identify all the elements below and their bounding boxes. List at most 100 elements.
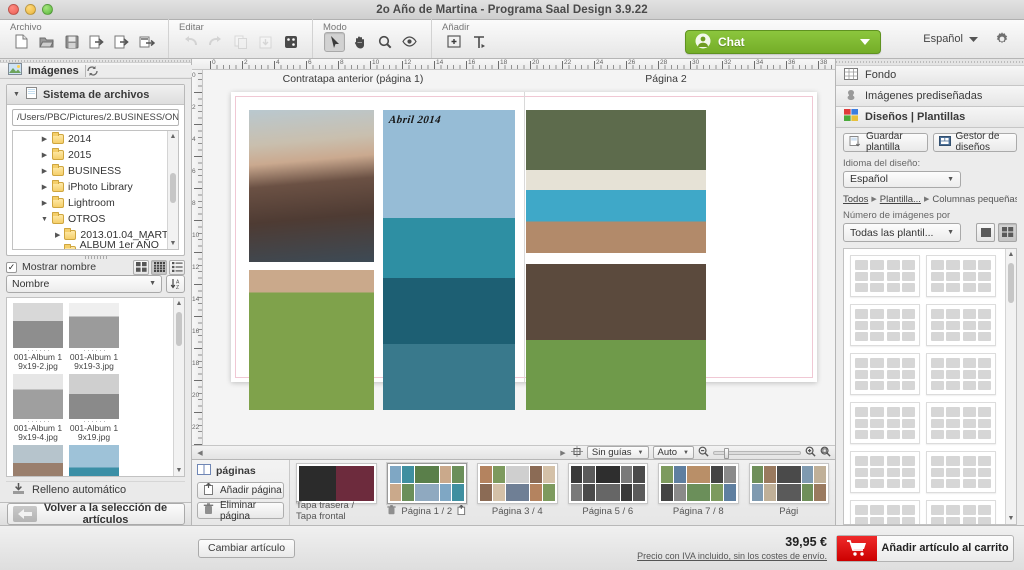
template-item[interactable]: [850, 500, 920, 525]
guides-select[interactable]: Sin guías ▼: [586, 446, 649, 459]
chevron-down-icon[interactable]: ▼: [638, 450, 644, 456]
pages-thumbnail-scroller[interactable]: Tapa trasera / Tapa frontal Página 1 / 2 P…: [290, 460, 835, 525]
fill-icon[interactable]: [280, 32, 301, 52]
paste-icon[interactable]: [255, 32, 276, 52]
export-icon[interactable]: [111, 32, 132, 52]
template-item[interactable]: [850, 304, 920, 347]
chevron-down-icon[interactable]: ▼: [149, 280, 156, 287]
tree-scrollbar[interactable]: ▲ ▼: [167, 131, 178, 250]
breadcrumb-root[interactable]: Todos: [843, 194, 868, 204]
template-item[interactable]: [926, 402, 996, 445]
sort-select[interactable]: Nombre ▼: [6, 274, 162, 293]
chevron-down-icon[interactable]: [969, 33, 978, 45]
scroll-thumb[interactable]: [1008, 263, 1014, 304]
design-manager-button[interactable]: Gestor de diseños: [932, 131, 1017, 153]
page-canvas[interactable]: Contratapa anterior (página 1) Página 2 …: [203, 70, 835, 445]
sort-az-icon[interactable]: AZ: [166, 274, 185, 293]
template-item[interactable]: [926, 451, 996, 494]
tree-item[interactable]: ▶ 2014: [13, 131, 178, 147]
new-document-icon[interactable]: [11, 32, 32, 52]
folder-tree[interactable]: ▶ 2014 ▶ 2015 ▶ BUSINESS ▶ iPhoto Library ▶ Light…: [12, 130, 179, 251]
tree-item[interactable]: ▶ Lightroom: [13, 195, 178, 211]
undo-icon[interactable]: [180, 32, 201, 52]
page-card[interactable]: Página 1 / 2: [386, 463, 467, 518]
page-card[interactable]: Página 3 / 4: [477, 463, 558, 518]
page-card[interactable]: Pági: [748, 463, 829, 518]
image-thumbnail[interactable]: 002-Album 23,5x23,5.jpg: [69, 444, 119, 476]
image-thumbnail[interactable]: 001-Album 23,5x23,5.jpg: [13, 444, 63, 476]
accordion-clipart[interactable]: Imágenes prediseñadas: [836, 86, 1024, 107]
scroll-down-arrow[interactable]: ▼: [1006, 513, 1016, 524]
template-item[interactable]: [850, 255, 920, 298]
image-thumbnail[interactable]: 001-Album 19x19-4.jpg: [13, 373, 63, 443]
chevron-right-icon[interactable]: ▶: [55, 231, 60, 239]
page-thumbnail[interactable]: [748, 463, 829, 504]
right-panel-grip[interactable]: [836, 59, 1024, 66]
hand-icon[interactable]: [349, 32, 370, 52]
chevron-right-icon[interactable]: ▶: [41, 167, 48, 175]
image-thumbnail[interactable]: 001-Album 19x19-2.jpg: [13, 302, 63, 372]
page-spread[interactable]: Abril 2014: [231, 92, 817, 410]
add-to-cart-button[interactable]: Añadir artículo al carrito: [836, 534, 1014, 562]
template-item[interactable]: [850, 451, 920, 494]
zoom-slider[interactable]: [713, 447, 801, 459]
chevron-right-icon[interactable]: ▶: [41, 135, 48, 143]
cursor-icon[interactable]: [324, 31, 345, 52]
add-text-icon[interactable]: [468, 32, 489, 52]
page-card[interactable]: Página 5 / 6: [567, 463, 648, 518]
eye-icon[interactable]: [399, 32, 420, 52]
delete-page-button[interactable]: Eliminar página: [197, 500, 284, 522]
add-image-icon[interactable]: [443, 32, 464, 52]
save-disk-icon[interactable]: [61, 32, 82, 52]
grid-small-icon[interactable]: [151, 259, 167, 275]
photo-frame[interactable]: [249, 110, 374, 262]
save-as-icon[interactable]: [136, 32, 157, 52]
chevron-down-icon[interactable]: ▼: [683, 450, 689, 456]
scroll-up-arrow[interactable]: ▲: [168, 131, 178, 142]
thumbs-scrollbar[interactable]: ▲ ▼: [173, 297, 184, 476]
image-thumbnail[interactable]: 001-Album 19x19-3.jpg: [69, 302, 119, 372]
tree-item[interactable]: ALBUM 1er AÑO MARTINA: [13, 239, 178, 250]
page-thumbnail[interactable]: [567, 463, 648, 504]
template-item[interactable]: [926, 255, 996, 298]
page-card[interactable]: Página 7 / 8: [658, 463, 739, 518]
scroll-left-arrow[interactable]: ◀: [196, 449, 204, 457]
images-per-select[interactable]: Todas las plantil... ▼: [843, 223, 961, 243]
photo-frame[interactable]: [526, 264, 706, 410]
accordion-fondo[interactable]: Fondo: [836, 65, 1024, 87]
price-note[interactable]: Precio con IVA incluido, sin los costes …: [637, 551, 827, 561]
grid-view-icon[interactable]: [998, 223, 1017, 243]
photo-frame[interactable]: [249, 270, 374, 410]
scroll-up-arrow[interactable]: ▲: [1006, 249, 1016, 260]
add-page-icon[interactable]: [457, 503, 466, 518]
page-thumbnail[interactable]: [477, 463, 558, 504]
image-thumbnail-list[interactable]: 001-Album 19x19-2.jpg 001-Album 19x19-3.j…: [6, 296, 185, 477]
accordion-designs[interactable]: Diseños | Plantillas: [836, 106, 1024, 128]
scroll-up-arrow[interactable]: ▲: [174, 298, 184, 309]
tree-item[interactable]: ▶ BUSINESS: [13, 163, 178, 179]
photo-frame-main[interactable]: Abril 2014: [383, 110, 515, 410]
grid-large-icon[interactable]: [133, 259, 149, 275]
list-icon[interactable]: [169, 259, 185, 275]
scroll-down-arrow[interactable]: ▼: [168, 238, 178, 249]
tree-item[interactable]: ▶ 2015: [13, 147, 178, 163]
design-language-select[interactable]: Español ▼: [843, 170, 961, 189]
chevron-right-icon[interactable]: ▶: [41, 151, 48, 159]
filesystem-header[interactable]: ▼ Sistema de archivos: [7, 85, 184, 106]
template-item[interactable]: [926, 500, 996, 525]
single-view-icon[interactable]: [976, 223, 995, 243]
guides-icon[interactable]: [570, 445, 583, 460]
back-to-articles-button[interactable]: Volver a la selección de artículos: [6, 502, 185, 526]
page-thumbnail[interactable]: [296, 463, 377, 504]
template-item[interactable]: [926, 353, 996, 396]
change-article-button[interactable]: Cambiar artículo: [198, 538, 296, 558]
chevron-down-icon[interactable]: [860, 36, 870, 48]
chevron-right-icon[interactable]: ▶: [41, 199, 48, 207]
scroll-thumb[interactable]: [176, 311, 182, 346]
page-thumbnail[interactable]: [658, 463, 739, 504]
zoom-out-icon[interactable]: [698, 446, 709, 460]
gear-icon[interactable]: [994, 31, 1010, 50]
chevron-down-icon[interactable]: ▼: [947, 229, 954, 236]
tree-item[interactable]: ▼ OTROS: [13, 211, 178, 227]
chat-button[interactable]: Chat: [685, 30, 881, 54]
